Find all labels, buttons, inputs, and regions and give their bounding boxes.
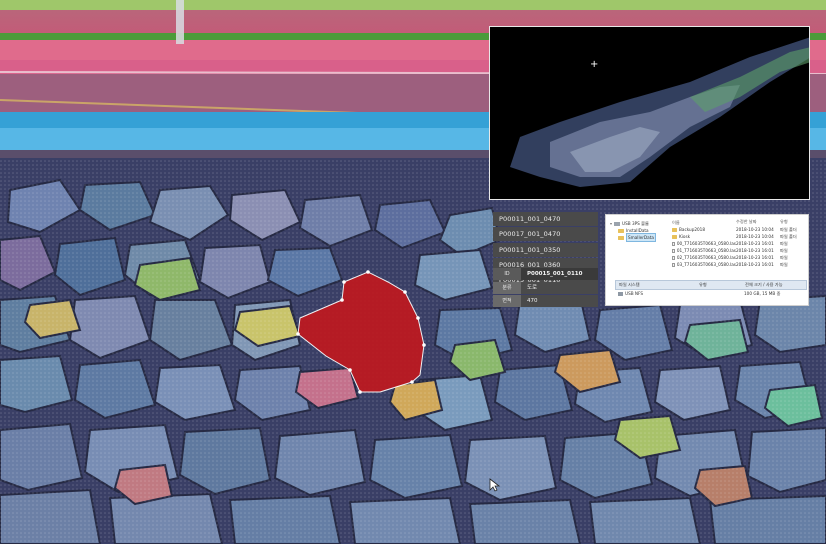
tree-label: USB 3PS 볼륨 (622, 221, 649, 226)
folder-icon (618, 235, 624, 240)
file-row[interactable]: 01_T716035T0663_0580.las 2018-10-23 16:0… (672, 247, 806, 254)
folder-icon (672, 234, 677, 239)
drive-summary-header: 파일 시스템 유형 전체 크기 / 사용 가능 (615, 280, 807, 290)
drive-icon (614, 221, 621, 226)
folder-tree: ▾ USB 3PS 볼륨 InstallData SmallerData (610, 220, 670, 242)
property-row: 분류 도로 (493, 281, 598, 294)
file-name: 01_T716035T0663_0580.las (676, 248, 736, 253)
property-key: 면적 (493, 295, 521, 307)
segment-item[interactable]: P00011_001_0470 (493, 212, 598, 226)
property-value: P00015_001_0110 (521, 268, 598, 280)
file-type: 파일 (780, 262, 788, 267)
column-header-date[interactable]: 수정한 날짜 (736, 219, 780, 226)
drive-col-name: 파일 시스템 (619, 282, 640, 287)
drive-name: USB NFS (625, 291, 644, 296)
file-icon (672, 241, 675, 246)
expand-icon[interactable]: ▾ (610, 220, 612, 227)
file-type: 파일 (780, 241, 788, 246)
property-value[interactable]: 도로 (521, 281, 598, 294)
file-date: 2018-10-23 10:04 (736, 227, 774, 232)
file-date: 2018-10-23 16:01 (736, 262, 774, 267)
file-icon (672, 262, 675, 267)
folder-icon (672, 227, 677, 232)
file-row[interactable]: 02_T716035T0663_0580.las 2018-10-23 16:0… (672, 254, 806, 261)
property-row: 면적 470 (493, 295, 598, 307)
file-name: Kiosk (679, 234, 691, 239)
drive-free: 100 GB, 15 MB 중 (744, 291, 781, 296)
segment-item[interactable]: P00011_001_0350 (493, 242, 598, 257)
file-date: 2018-10-23 16:01 (736, 255, 774, 260)
drive-icon (618, 292, 623, 296)
crosshair-icon: + (590, 59, 599, 70)
file-list-header: 이름 수정한 날짜 유형 (672, 219, 806, 226)
file-explorer: ▾ USB 3PS 볼륨 InstallData SmallerData 이름 … (605, 214, 809, 306)
drive-summary: 파일 시스템 유형 전체 크기 / 사용 가능 USB NFS 100 GB, … (615, 280, 807, 298)
file-date: 2018-10-23 10:04 (736, 234, 774, 239)
file-date: 2018-10-23 16:01 (736, 248, 774, 253)
file-row[interactable]: 00_T716035T0663_0580.las 2018-10-23 16:0… (672, 240, 806, 247)
file-name: 00_T716035T0663_0580.las (676, 241, 736, 246)
column-header-name[interactable]: 이름 (672, 219, 736, 226)
mouse-cursor-icon (489, 478, 501, 492)
file-row[interactable]: Backup2018 2018-10-23 10:04 파일 폴더 (672, 226, 806, 233)
file-type: 파일 폴더 (780, 227, 797, 232)
properties-panel: ID P00015_001_0110 분류 도로 면적 470 (493, 268, 598, 309)
property-key: ID (493, 268, 521, 280)
property-row: ID P00015_001_0110 (493, 268, 598, 280)
file-icon (672, 255, 675, 260)
property-key: 분류 (493, 281, 521, 294)
column-header-type[interactable]: 유형 (780, 219, 804, 226)
preview-viewport[interactable]: + (489, 26, 810, 200)
drive-col-type: 유형 (699, 282, 707, 287)
drive-type (698, 290, 744, 298)
file-date: 2018-10-23 16:01 (736, 241, 774, 246)
file-name: 02_T716035T0663_0580.las (676, 255, 736, 260)
file-row[interactable]: 03_T716035T0663_0580.las 2018-10-23 16:0… (672, 261, 806, 268)
file-type: 파일 (780, 255, 788, 260)
folder-icon (618, 228, 624, 233)
drive-row[interactable]: USB NFS 100 GB, 15 MB 중 (615, 290, 807, 298)
file-name: Backup2018 (679, 227, 706, 232)
file-icon (672, 248, 675, 253)
file-row[interactable]: Kiosk 2018-10-23 10:04 파일 폴더 (672, 233, 806, 240)
file-list: Backup2018 2018-10-23 10:04 파일 폴더 Kiosk … (672, 226, 806, 268)
tree-item-drive[interactable]: ▾ USB 3PS 볼륨 (610, 220, 670, 227)
file-name: 03_T716035T0663_0580.las (676, 262, 736, 267)
file-type: 파일 폴더 (780, 234, 797, 239)
tree-label: SmallerData (626, 233, 656, 242)
file-type: 파일 (780, 248, 788, 253)
property-value[interactable]: 470 (521, 295, 598, 307)
drive-col-free: 전체 크기 / 사용 가능 (745, 282, 783, 287)
segment-item[interactable]: P00017_001_0470 (493, 227, 598, 242)
pole (176, 0, 184, 44)
tree-item-folder-selected[interactable]: SmallerData (610, 233, 670, 242)
